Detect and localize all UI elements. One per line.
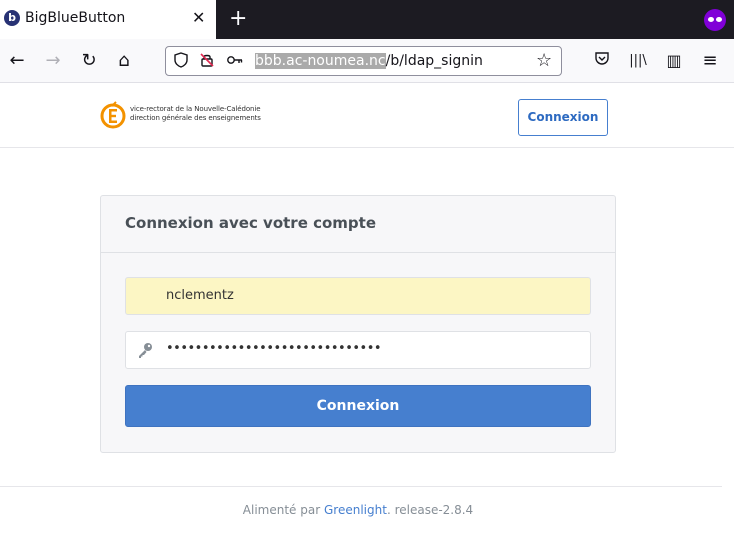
tab-close-icon[interactable]: ✕ [192,8,205,28]
browser-tab[interactable]: b BigBlueButton ✕ [0,0,216,39]
username-value: nclementz [166,288,234,303]
new-tab-icon[interactable]: + [229,6,247,32]
menu-icon[interactable]: ≡ [698,49,722,73]
reload-button[interactable]: ↻ [77,49,101,73]
bookmark-star-icon[interactable]: ☆ [536,50,552,71]
url-host: bbb.ac-noumea.nc [255,53,386,69]
vice-rectorat-logo[interactable]: vice-rectorat de la Nouvelle-Calédonie d… [100,98,261,134]
login-card-header: Connexion avec votre compte [101,196,615,253]
tracking-shield-icon[interactable] [172,52,190,70]
url-text[interactable]: bbb.ac-noumea.nc/b/ldap_signin [255,53,483,69]
logo-line-1: vice-rectorat de la Nouvelle-Calédonie [130,105,261,113]
password-input[interactable]: •••••••••••••••••••••••••••••• [125,331,591,369]
key-icon[interactable] [226,52,244,70]
private-browsing-icon [704,9,726,31]
tab-title: BigBlueButton [25,10,126,26]
sidebar-icon[interactable]: ▥ [662,49,686,73]
login-card: Connexion avec votre compte nclementz ••… [100,195,616,453]
url-bar[interactable]: bbb.ac-noumea.nc/b/ldap_signin ☆ [165,46,562,76]
library-icon[interactable]: |||\ [626,49,650,73]
url-path: /b/ldap_signin [385,53,483,69]
footer-divider [0,486,722,487]
header-login-button[interactable]: Connexion [518,99,608,136]
vice-rectorat-e-icon [100,101,126,129]
browser-tab-strip: b BigBlueButton ✕ + [0,0,734,39]
insecure-lock-icon[interactable] [198,52,216,70]
password-dots: •••••••••••••••••••••••••••••• [166,341,382,356]
home-button[interactable]: ⌂ [112,49,136,73]
back-button[interactable]: ← [5,49,29,73]
forward-button[interactable]: → [41,49,65,73]
footer: Alimenté par Greenlight. release-2.8.4 [0,503,716,517]
logo-line-2: direction générale des enseignements [130,114,261,122]
browser-navigation-bar: ← → ↻ ⌂ bbb.ac-noumea.nc/b/ldap_signin ☆… [0,39,734,83]
key-icon [139,343,152,358]
footer-suffix: . release-2.8.4 [386,503,474,517]
footer-prefix: Alimenté par [242,503,321,517]
login-card-title: Connexion avec votre compte [125,214,377,232]
bigbluebutton-favicon-icon: b [4,10,20,26]
site-header: vice-rectorat de la Nouvelle-Calédonie d… [0,84,734,148]
pocket-icon[interactable] [590,49,614,73]
username-input[interactable]: nclementz [125,277,591,315]
submit-login-button[interactable]: Connexion [125,385,591,427]
greenlight-link[interactable]: Greenlight [324,503,387,517]
